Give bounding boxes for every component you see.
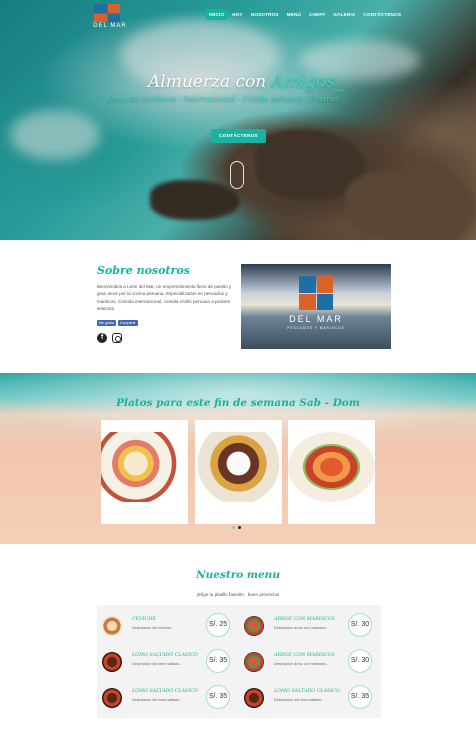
hero-section: DEL MAR INICIO HOY NOSOTROS MENÚ CHEFF G… — [0, 0, 476, 240]
about-image-tagline: PESCADOS Y MARISCOS — [287, 326, 345, 330]
hero-overlay — [0, 0, 476, 240]
menu-title: Nuestro menu — [196, 569, 280, 581]
about-text: Bienvenidos a León del Mar, un emprendim… — [97, 284, 232, 312]
dish-thumb — [244, 616, 264, 636]
dish-thumb — [244, 688, 264, 708]
nav-item-menu[interactable]: MENÚ — [284, 9, 304, 20]
instagram-icon[interactable] — [112, 333, 122, 343]
dish-card[interactable] — [101, 420, 188, 524]
menu-item-desc: Descripcion arroz con mariscos... — [274, 626, 329, 630]
dish-thumb — [102, 688, 122, 708]
facebook-actions: Me gusta Compartir — [97, 320, 138, 326]
menu-item-price: S/. 30 — [348, 613, 372, 637]
menu-item-desc: Descripcion del ceviche... — [132, 626, 174, 630]
hero-title-main: Almuerza con — [148, 72, 272, 92]
menu-item-desc: Descripcion arroz con mariscos... — [274, 662, 329, 666]
menu-item-name: LOMO SALTADO CLASICO — [132, 689, 198, 694]
menu-item-name: LOMO SALTADO CLASICO — [132, 653, 198, 658]
nav-item-hoy[interactable]: HOY — [229, 9, 246, 20]
carousel-dot[interactable] — [232, 526, 235, 529]
menu-item-price: S/. 30 — [348, 649, 372, 673]
fb-like-button[interactable]: Me gusta — [97, 320, 116, 326]
nav-item-nosotros[interactable]: NOSOTROS — [248, 9, 282, 20]
menu-item-name: ARROZ CON MARISCOS — [274, 653, 335, 658]
menu-list: CEVICHE Descripcion del ceviche... S/. 2… — [97, 605, 381, 718]
logo-text: DEL MAR — [93, 23, 127, 29]
menu-item[interactable]: CEVICHE Descripcion del ceviche... S/. 2… — [97, 609, 231, 637]
dish-thumb — [244, 652, 264, 672]
menu-item[interactable]: ARROZ CON MARISCOS Descripcion arroz con… — [239, 645, 373, 673]
dish-photo-ceviche — [101, 432, 188, 502]
menu-item-price: S/. 35 — [206, 685, 230, 709]
dish-thumb — [102, 652, 122, 672]
menu-item-desc: Descripcion del lomo saltado... — [132, 662, 183, 666]
menu-item-desc: Descripcion del lomo saltado... — [132, 698, 183, 702]
menu-item-price: S/. 25 — [206, 613, 230, 637]
hero-title-accent: Amigos_ — [271, 72, 344, 92]
menu-item-name: CEVICHE — [132, 617, 156, 622]
facebook-icon[interactable]: f — [97, 333, 107, 343]
nav-item-inicio[interactable]: INICIO — [206, 9, 228, 20]
main-navbar: DEL MAR INICIO HOY NOSOTROS MENÚ CHEFF G… — [0, 0, 476, 34]
menu-item[interactable]: ARROZ CON MARISCOS Descripcion arroz con… — [239, 609, 373, 637]
nav-menu: INICIO HOY NOSOTROS MENÚ CHEFF GALERIA C… — [206, 9, 404, 20]
about-title: Sobre nosotros — [97, 264, 190, 277]
carousel-dot-active[interactable] — [238, 526, 241, 529]
dish-thumb — [102, 616, 122, 636]
logo-mark-large — [299, 276, 333, 310]
contact-button[interactable]: CONTÁCTENOS — [211, 129, 266, 143]
menu-item[interactable]: LOMO SALTADO CLASICO Descripcion del lom… — [97, 645, 231, 673]
nav-item-galeria[interactable]: GALERIA — [330, 9, 358, 20]
menu-item-price: S/. 35 — [206, 649, 230, 673]
logo-mark — [94, 4, 120, 22]
fb-share-button[interactable]: Compartir — [117, 320, 138, 326]
menu-item-name: LOMO SALTADO CLASICO — [274, 689, 340, 694]
nav-item-contactenos[interactable]: CONTÁCTENOS — [360, 9, 404, 20]
menu-item[interactable]: LOMO SALTADO CLASICO Descripcion del lom… — [97, 681, 231, 709]
weekend-section: Platos para este fin de semana Sab - Dom — [0, 373, 476, 544]
dish-photo-lomo-saltado — [195, 432, 282, 502]
menu-item-name: ARROZ CON MARISCOS — [274, 617, 335, 622]
hero-subtitle: Pescado mariscos - Internacional - Criol… — [108, 94, 339, 103]
about-image-brand: DEL MAR — [289, 314, 343, 324]
menu-item-price: S/. 35 — [348, 685, 372, 709]
social-links: f — [97, 333, 122, 343]
carousel-dots — [232, 526, 241, 529]
weekend-title: Platos para este fin de semana Sab - Dom — [116, 397, 360, 409]
dish-card[interactable] — [195, 420, 282, 524]
nav-item-cheff[interactable]: CHEFF — [306, 9, 328, 20]
about-image: DEL MAR PESCADOS Y MARISCOS — [241, 264, 391, 349]
brand-logo[interactable]: DEL MAR — [90, 4, 130, 32]
dish-photo-arroz-mariscos — [288, 432, 375, 502]
dish-card[interactable] — [288, 420, 375, 524]
menu-item[interactable]: LOMO SALTADO CLASICO Descripcion del lom… — [239, 681, 373, 709]
menu-subtitle: ¡Elige tu platillo favorito , buen prove… — [196, 592, 280, 597]
scroll-down-indicator[interactable] — [230, 161, 244, 189]
hero-title: Almuerza con Amigos_ — [148, 72, 348, 92]
menu-item-desc: Descripcion del lomo saltado... — [274, 698, 325, 702]
